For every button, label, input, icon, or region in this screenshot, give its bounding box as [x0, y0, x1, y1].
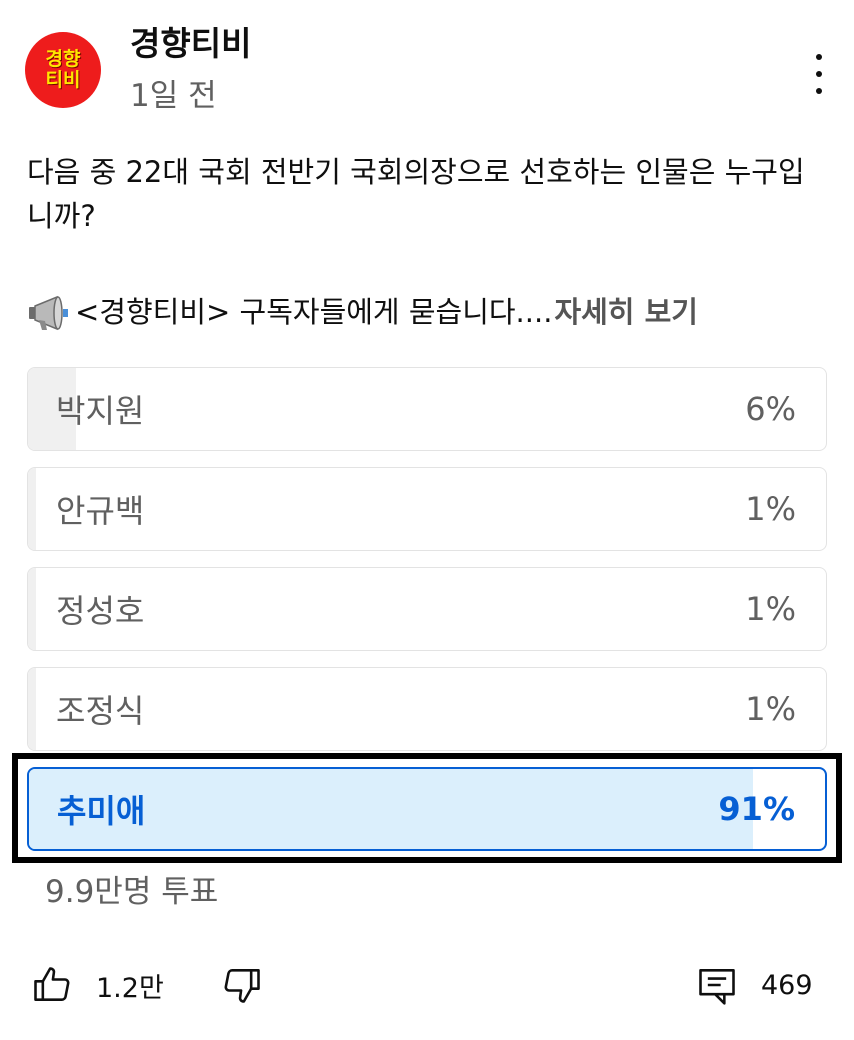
comment-count: 469 [761, 969, 813, 1001]
thumbs-down-icon [224, 969, 260, 1003]
thumbs-up-icon [34, 967, 70, 1001]
comment-icon [699, 969, 735, 1005]
poll-option-percent: 1% [745, 490, 796, 528]
poll-option-bar [28, 668, 36, 750]
read-more-link[interactable]: 자세히 보기 [554, 290, 698, 334]
dislike-button[interactable] [220, 960, 264, 1010]
poll-option[interactable]: 조정식 1% [27, 667, 827, 751]
poll-question: 다음 중 22대 국회 전반기 국회의장으로 선호하는 인물은 누구입니까? [27, 155, 805, 233]
poll-option-label: 안규백 [56, 492, 145, 530]
more-vert-icon[interactable] [806, 54, 832, 94]
poll-option-percent: 1% [745, 590, 796, 628]
comment-button[interactable]: 469 [695, 960, 813, 1010]
avatar-text-line1: 경향 [45, 48, 81, 70]
poll-option-label: 정성호 [56, 592, 145, 630]
poll-option[interactable]: 안규백 1% [27, 467, 827, 551]
megaphone-icon [29, 295, 68, 331]
post-subtitle: <경향티비> 구독자들에게 묻습니다.... [75, 295, 553, 329]
poll-option[interactable]: 정성호 1% [27, 567, 827, 651]
poll-option-percent: 1% [745, 690, 796, 728]
like-count: 1.2만 [96, 972, 164, 1004]
poll-option[interactable]: 박지원 6% [27, 367, 827, 451]
poll-option-label: 박지원 [56, 392, 145, 430]
post-subtitle-line: <경향티비> 구독자들에게 묻습니다.... 자세히 보기 [27, 290, 698, 334]
poll-option-label: 조정식 [56, 692, 145, 730]
poll-option-bar [28, 568, 36, 650]
channel-avatar[interactable]: 경향 티비 [25, 32, 101, 108]
post-time: 1일 전 [130, 78, 217, 114]
highlight-box [12, 753, 842, 863]
poll-option-percent: 6% [745, 390, 796, 428]
channel-name[interactable]: 경향티비 [130, 22, 251, 66]
vote-count: 9.9만명 투표 [45, 874, 219, 910]
poll-option-bar [28, 468, 36, 550]
like-button[interactable]: 1.2만 [30, 960, 164, 1010]
avatar-text-line2: 티비 [45, 69, 81, 91]
